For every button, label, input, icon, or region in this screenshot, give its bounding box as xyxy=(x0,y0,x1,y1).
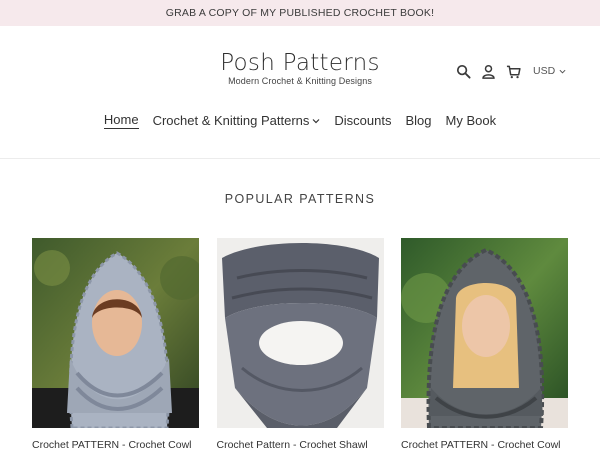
main-navigation: Home Crochet & Knitting Patterns Discoun… xyxy=(0,112,600,129)
product-image-hooded-cowl[interactable] xyxy=(401,238,568,428)
section-title: POPULAR PATTERNS xyxy=(224,192,376,206)
search-icon[interactable] xyxy=(455,63,471,79)
header-actions: USD xyxy=(455,63,566,79)
nav-item-label: My Book xyxy=(445,113,497,128)
nav-item-label: Crochet & Knitting Patterns xyxy=(152,113,310,128)
announcement-text[interactable]: GRAB A COPY OF MY PUBLISHED CROCHET BOOK… xyxy=(166,7,434,19)
product-image-hooded-cowl[interactable] xyxy=(32,238,199,428)
product-card[interactable]: Crochet PATTERN - Crochet Cowl xyxy=(32,238,199,451)
nav-item-patterns[interactable]: Crochet & Knitting Patterns xyxy=(153,113,321,128)
nav-item-label: Home xyxy=(103,112,139,129)
nav-item-my-book[interactable]: My Book xyxy=(446,113,497,128)
account-icon[interactable] xyxy=(480,63,496,79)
header-divider xyxy=(0,158,600,159)
currency-selector[interactable]: USD xyxy=(533,65,566,77)
announcement-bar[interactable]: GRAB A COPY OF MY PUBLISHED CROCHET BOOK… xyxy=(0,0,600,26)
product-title[interactable]: Crochet PATTERN - Crochet Cowl xyxy=(32,439,199,451)
cart-icon[interactable] xyxy=(505,63,521,79)
product-title[interactable]: Crochet PATTERN - Crochet Cowl xyxy=(401,439,568,451)
nav-item-blog[interactable]: Blog xyxy=(405,113,431,128)
nav-item-discounts[interactable]: Discounts xyxy=(334,113,391,128)
nav-item-label: Discounts xyxy=(334,113,392,128)
product-image-shawl[interactable] xyxy=(216,238,384,428)
currency-label: USD xyxy=(533,65,556,77)
product-card[interactable]: Crochet Pattern - Crochet Shawl xyxy=(216,238,384,451)
nav-item-home[interactable]: Home xyxy=(103,112,139,129)
chevron-down-icon xyxy=(312,118,320,123)
product-title[interactable]: Crochet Pattern - Crochet Shawl xyxy=(217,439,384,451)
product-card[interactable]: Crochet PATTERN - Crochet Cowl xyxy=(401,238,568,451)
chevron-down-icon xyxy=(559,69,566,74)
product-grid: Crochet PATTERN - Crochet Cowl Crochet P… xyxy=(32,238,568,451)
nav-item-label: Blog xyxy=(405,113,432,128)
